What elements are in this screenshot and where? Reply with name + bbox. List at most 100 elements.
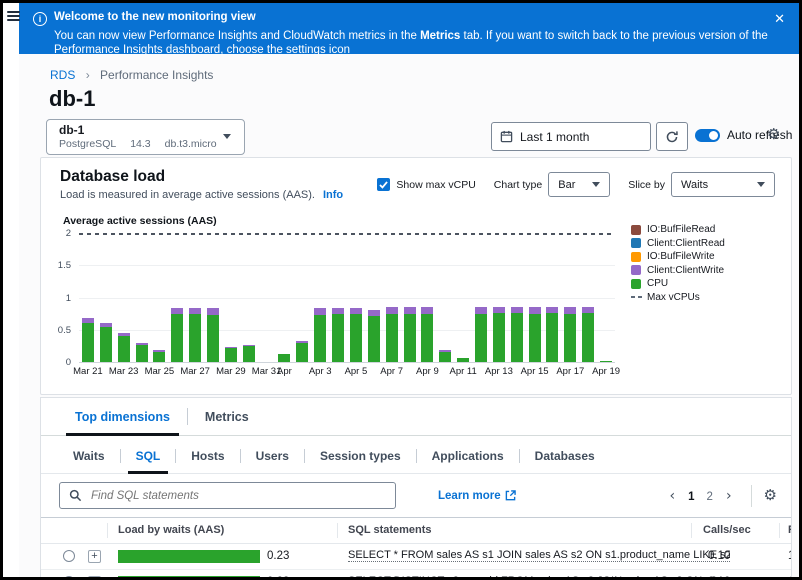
learn-more-link[interactable]: Learn more bbox=[438, 490, 516, 502]
y-axis-tick-label: 2 bbox=[41, 228, 71, 239]
row-radio-button[interactable] bbox=[63, 576, 75, 580]
info-link[interactable]: Info bbox=[323, 189, 343, 201]
subtab-waits[interactable]: Waits bbox=[58, 439, 120, 473]
subtab-users[interactable]: Users bbox=[241, 439, 304, 473]
legend-item: Client:ClientRead bbox=[631, 238, 725, 249]
chart-bar-segment bbox=[350, 314, 362, 362]
subtab-session-types[interactable]: Session types bbox=[305, 439, 416, 473]
show-max-vcpu-checkbox[interactable] bbox=[377, 178, 390, 191]
tab-top-dimensions[interactable]: Top dimensions bbox=[58, 398, 187, 435]
tab-metrics[interactable]: Metrics bbox=[188, 398, 266, 435]
load-chart[interactable] bbox=[79, 233, 615, 363]
chart-bar[interactable] bbox=[82, 318, 94, 362]
sql-statement-link[interactable]: SELECT DISTINCT s2.user_id FROM sales AS… bbox=[348, 575, 730, 580]
chart-type-select[interactable]: Bar bbox=[548, 172, 610, 197]
x-axis-tick-label: Mar 29 bbox=[216, 366, 246, 377]
row-radio-button[interactable] bbox=[63, 550, 75, 562]
chart-bar-segment bbox=[493, 307, 505, 313]
chart-bar[interactable] bbox=[439, 350, 451, 362]
chart-bar[interactable] bbox=[350, 308, 362, 362]
legend-label: Max vCPUs bbox=[647, 292, 700, 303]
instance-meta: PostgreSQL14.3db.t3.micro bbox=[59, 138, 231, 150]
chart-bar[interactable] bbox=[332, 308, 344, 362]
chart-bar[interactable] bbox=[100, 323, 112, 362]
chart-title: Average active sessions (AAS) bbox=[63, 215, 217, 227]
chart-bar[interactable] bbox=[189, 308, 201, 362]
sql-statements-table: Load by waits (AAS)SQL statementsCalls/s… bbox=[41, 517, 791, 580]
chart-bar[interactable] bbox=[153, 350, 165, 362]
x-axis-tick-label: Apr bbox=[277, 366, 292, 377]
chart-bar[interactable] bbox=[493, 307, 505, 362]
top-tabs: Top dimensionsMetrics bbox=[41, 398, 791, 436]
chart-bar-segment bbox=[582, 307, 594, 313]
x-axis-tick-label: Mar 23 bbox=[109, 366, 139, 377]
chart-bar[interactable] bbox=[368, 310, 380, 362]
chart-bar-segment bbox=[368, 316, 380, 362]
x-axis-tick-label: Apr 17 bbox=[556, 366, 584, 377]
page-number-1[interactable]: 1 bbox=[682, 491, 700, 503]
chart-bar-segment bbox=[296, 341, 308, 343]
auto-refresh-toggle[interactable] bbox=[695, 129, 720, 142]
chart-bar[interactable] bbox=[207, 308, 219, 362]
chart-bar[interactable] bbox=[118, 333, 130, 362]
chart-bar-segment bbox=[207, 308, 219, 314]
card-subtitle: Load is measured in average active sessi… bbox=[60, 189, 343, 201]
chevron-down-icon bbox=[592, 182, 600, 187]
chart-bar[interactable] bbox=[564, 307, 576, 362]
subtab-sql[interactable]: SQL bbox=[121, 439, 176, 473]
chart-bar[interactable] bbox=[600, 361, 612, 362]
divider bbox=[751, 485, 752, 507]
search-icon bbox=[69, 489, 82, 502]
chart-bar-segment bbox=[243, 346, 255, 362]
page-next-icon[interactable]: › bbox=[719, 488, 739, 504]
row-expand-button[interactable]: + bbox=[88, 576, 101, 580]
page-previous-icon[interactable]: ‹ bbox=[663, 488, 683, 504]
chart-bar-segment bbox=[100, 327, 112, 362]
flashbar-title: Welcome to the new monitoring view bbox=[54, 11, 256, 23]
slice-by-select[interactable]: Waits bbox=[671, 172, 775, 197]
sql-statement-link[interactable]: SELECT * FROM sales AS s1 JOIN sales AS … bbox=[348, 549, 730, 562]
column-divider bbox=[337, 523, 338, 538]
chart-bar[interactable] bbox=[314, 308, 326, 362]
subtab-applications[interactable]: Applications bbox=[417, 439, 519, 473]
x-axis-tick-label: Apr 5 bbox=[345, 366, 368, 377]
chart-bar[interactable] bbox=[582, 307, 594, 362]
chart-bar[interactable] bbox=[511, 307, 523, 362]
breadcrumb-link-rds[interactable]: RDS bbox=[50, 68, 75, 82]
chart-bar[interactable] bbox=[225, 347, 237, 362]
column-header-sql-statements: SQL statements bbox=[348, 524, 432, 536]
subtab-hosts[interactable]: Hosts bbox=[176, 439, 239, 473]
close-icon[interactable]: ✕ bbox=[774, 12, 785, 27]
chart-bar[interactable] bbox=[386, 307, 398, 362]
chart-bar[interactable] bbox=[546, 307, 558, 362]
page-number-2[interactable]: 2 bbox=[701, 491, 719, 503]
chart-bar-segment bbox=[529, 314, 541, 362]
search-input[interactable] bbox=[89, 489, 395, 503]
chart-bar[interactable] bbox=[243, 345, 255, 362]
chart-bar-segment bbox=[350, 308, 362, 314]
chart-bar[interactable] bbox=[404, 307, 416, 362]
chart-bar-segment bbox=[171, 314, 183, 362]
table-preferences-gear-icon[interactable]: ⚙ bbox=[764, 488, 777, 503]
subtab-databases[interactable]: Databases bbox=[520, 439, 610, 473]
time-range-picker[interactable]: Last 1 month bbox=[491, 122, 651, 151]
chart-bar[interactable] bbox=[457, 358, 469, 363]
settings-gear-icon[interactable]: ⚙ bbox=[767, 127, 780, 142]
row-expand-button[interactable]: + bbox=[88, 550, 101, 563]
chart-bar-segment bbox=[296, 343, 308, 362]
show-max-vcpu-label: Show max vCPU bbox=[396, 179, 475, 191]
chart-bar-segment bbox=[278, 354, 290, 362]
chart-bar[interactable] bbox=[421, 307, 433, 362]
instance-selector-dropdown[interactable]: db-1 PostgreSQL14.3db.t3.micro bbox=[46, 119, 245, 155]
chart-bar[interactable] bbox=[296, 341, 308, 362]
chart-bar[interactable] bbox=[136, 343, 148, 362]
chart-bar[interactable] bbox=[529, 307, 541, 362]
side-nav-rail bbox=[3, 3, 19, 577]
chart-bar[interactable] bbox=[278, 354, 290, 362]
chart-bar[interactable] bbox=[475, 307, 487, 362]
refresh-button[interactable] bbox=[656, 122, 688, 151]
chart-legend: IO:BufFileReadClient:ClientReadIO:BufFil… bbox=[631, 224, 725, 305]
x-axis-tick-label: Apr 13 bbox=[485, 366, 513, 377]
chart-bar[interactable] bbox=[171, 308, 183, 362]
hamburger-menu-icon[interactable] bbox=[7, 11, 20, 22]
